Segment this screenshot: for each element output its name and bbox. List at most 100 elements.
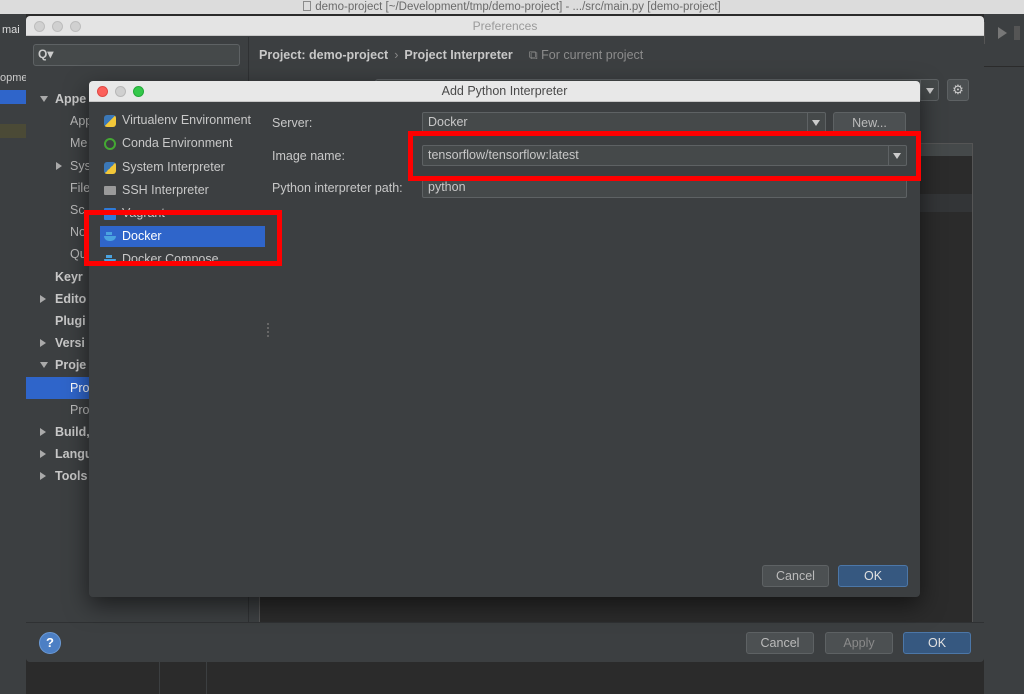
env-item-label: SSH Interpreter	[122, 183, 209, 197]
env-item-docker[interactable]: Docker	[100, 226, 265, 247]
python-icon	[104, 115, 116, 127]
env-item-label: Virtualenv Environment	[122, 113, 252, 127]
minimize-dialog-button[interactable]	[115, 86, 126, 97]
breadcrumb-separator: ›	[394, 48, 399, 62]
expand-arrow-icon[interactable]	[40, 96, 48, 102]
editor-current-line	[0, 124, 26, 138]
zoom-window-button[interactable]	[70, 21, 81, 32]
interpreter-path-input[interactable]: python	[422, 177, 907, 198]
minimize-window-button[interactable]	[52, 21, 63, 32]
search-icon: Q▾	[38, 47, 54, 61]
project-tree-selection	[0, 90, 26, 104]
settings-tree-label: Me	[70, 136, 88, 150]
settings-search-input[interactable]: Q▾	[33, 44, 240, 66]
env-item-conda[interactable]: Conda Environment	[100, 133, 265, 154]
chevron-down-icon	[893, 153, 901, 159]
dialog-cancel-button[interactable]: Cancel	[762, 565, 829, 587]
collapse-arrow-icon[interactable]	[40, 428, 46, 436]
dropdown-button[interactable]	[920, 80, 938, 100]
ide-left-panel: mai opme	[0, 14, 28, 694]
env-item-label: Docker Compose	[122, 252, 219, 266]
server-value: Docker	[428, 115, 468, 129]
dialog-ok-button[interactable]: OK	[838, 565, 908, 587]
settings-tree-label: Edito	[55, 292, 87, 306]
ide-title-bar: demo-project [~/Development/tmp/demo-pro…	[0, 0, 1024, 14]
close-dialog-button[interactable]	[97, 86, 108, 97]
server-label: Server:	[272, 116, 313, 130]
image-name-select[interactable]: tensorflow/tensorflow:latest	[422, 145, 907, 166]
add-python-interpreter-dialog: Add Python Interpreter Virtualenv Enviro…	[89, 81, 920, 597]
env-item-system[interactable]: System Interpreter	[100, 157, 265, 178]
breadcrumb-project: Project: demo-project	[259, 48, 389, 62]
env-item-vagrant[interactable]: Vagrant	[100, 203, 265, 224]
settings-tree-label: Tools	[55, 469, 88, 483]
zoom-dialog-button[interactable]	[133, 86, 144, 97]
bottom-divider	[159, 662, 160, 694]
chevron-down-icon	[926, 88, 934, 94]
env-item-ssh[interactable]: SSH Interpreter	[100, 180, 265, 201]
expand-arrow-icon[interactable]	[40, 362, 48, 368]
collapse-arrow-icon[interactable]	[40, 339, 46, 347]
splitter-handle[interactable]	[267, 323, 269, 337]
ide-bottom-area	[26, 662, 984, 694]
image-name-value: tensorflow/tensorflow:latest	[428, 148, 579, 162]
settings-tree-label: Proje	[55, 358, 87, 372]
ok-button[interactable]: OK	[903, 632, 971, 654]
cancel-button[interactable]: Cancel	[746, 632, 814, 654]
settings-tree-label: No	[70, 225, 86, 239]
interpreter-path-value: python	[428, 180, 466, 194]
gear-icon[interactable]: ⚙	[947, 79, 969, 101]
collapse-arrow-icon[interactable]	[40, 295, 46, 303]
settings-tree-label: Build,	[55, 425, 90, 439]
settings-tree-label: Plugi	[55, 314, 86, 328]
env-item-label: Conda Environment	[122, 136, 233, 150]
preferences-title-bar: Preferences	[26, 16, 984, 36]
ide-right-panel	[984, 14, 1024, 694]
chevron-down-icon	[812, 120, 820, 126]
settings-tree-label: Versi	[55, 336, 85, 350]
env-item-label: Docker	[122, 229, 162, 243]
env-item-label: System Interpreter	[122, 160, 225, 174]
apply-button[interactable]: Apply	[825, 632, 893, 654]
settings-tree-label: Sc	[70, 203, 85, 217]
collapse-arrow-icon[interactable]	[40, 472, 46, 480]
ssh-icon	[104, 186, 116, 195]
run-icon[interactable]	[998, 27, 1007, 39]
editor-tab-main[interactable]: mai	[2, 24, 20, 36]
settings-tree-label: Langu	[55, 447, 93, 461]
ide-window-title: demo-project [~/Development/tmp/demo-pro…	[315, 1, 721, 13]
docker-icon	[104, 232, 116, 242]
settings-tree-label: File	[70, 181, 91, 195]
settings-tree-label: Pro	[70, 381, 90, 395]
scope-text: For current project	[541, 48, 644, 62]
collapse-arrow-icon[interactable]	[56, 162, 62, 170]
environment-type-list: Virtualenv Environment Conda Environment…	[89, 102, 265, 597]
new-server-button[interactable]: New...	[833, 112, 906, 134]
python-icon	[104, 162, 116, 174]
conda-icon	[104, 138, 116, 150]
env-item-label: Vagrant	[122, 206, 165, 220]
toolbar-separator	[984, 66, 1024, 67]
dropdown-button[interactable]	[807, 113, 825, 132]
collapse-arrow-icon[interactable]	[40, 450, 46, 458]
help-button[interactable]: ?	[39, 632, 61, 654]
dialog-title: Add Python Interpreter	[441, 84, 568, 98]
env-item-virtualenv[interactable]: Virtualenv Environment	[100, 110, 265, 131]
dropdown-button[interactable]	[888, 146, 906, 165]
docker-compose-icon	[104, 255, 116, 265]
vagrant-icon	[104, 208, 116, 220]
settings-tree-label: Qu	[70, 247, 87, 261]
scope-label: ⧉ For current project	[529, 48, 644, 62]
toolbar-divider	[1014, 26, 1020, 40]
dialog-title-bar: Add Python Interpreter	[89, 81, 920, 102]
bottom-divider	[206, 662, 207, 694]
settings-tree-label: Pro	[70, 403, 90, 417]
server-select[interactable]: Docker	[422, 112, 826, 133]
close-window-button[interactable]	[34, 21, 45, 32]
env-item-docker-compose[interactable]: Docker Compose	[100, 249, 265, 270]
project-scope-icon: ⧉	[528, 48, 542, 62]
preferences-footer: ? Cancel Apply OK	[26, 622, 984, 662]
breadcrumb-page: Project Interpreter	[404, 48, 513, 62]
python-file-icon	[303, 1, 312, 11]
settings-tree-label: Sys	[70, 159, 91, 173]
